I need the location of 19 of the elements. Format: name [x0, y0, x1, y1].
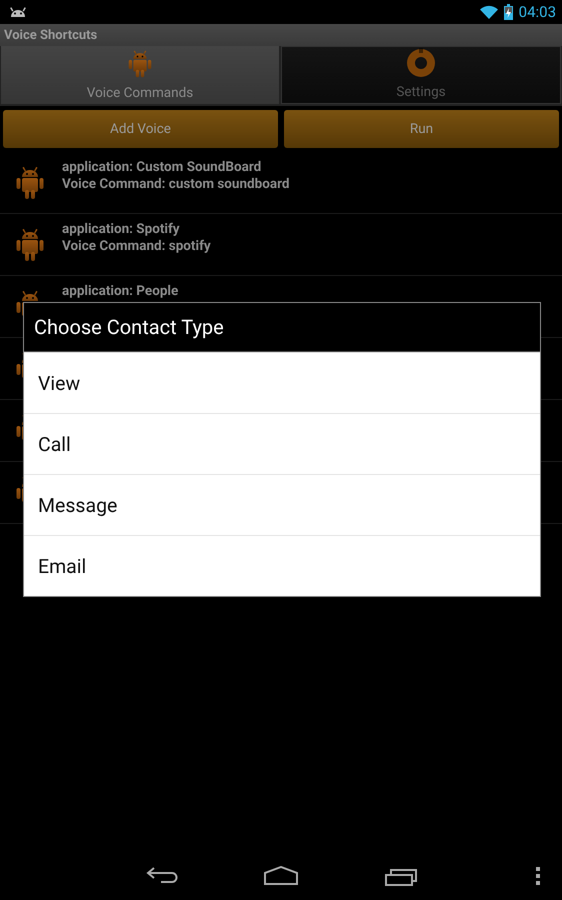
voice-command: Voice Command: spotify: [62, 238, 211, 255]
dialog-title: Choose Contact Type: [24, 303, 540, 352]
android-notification-icon: [10, 6, 26, 18]
android-icon: [127, 49, 153, 79]
application-name: application: People: [62, 283, 178, 300]
recent-apps-icon[interactable]: [385, 866, 417, 886]
status-time: 04:03: [518, 3, 556, 21]
wifi-icon: [480, 5, 498, 19]
application-name: application: Spotify: [62, 221, 181, 238]
home-icon[interactable]: [264, 866, 298, 886]
application-name: application: Custom SoundBoard: [62, 159, 262, 176]
android-icon: [15, 227, 45, 263]
settings-icon: [406, 48, 436, 78]
menu-icon[interactable]: [535, 866, 541, 886]
back-icon[interactable]: [146, 866, 178, 886]
android-icon: [15, 165, 45, 201]
voice-command: Voice Command: custom soundboard: [62, 176, 290, 193]
app-title: Voice Shortcuts: [4, 28, 98, 42]
battery-charging-icon: [504, 4, 513, 20]
